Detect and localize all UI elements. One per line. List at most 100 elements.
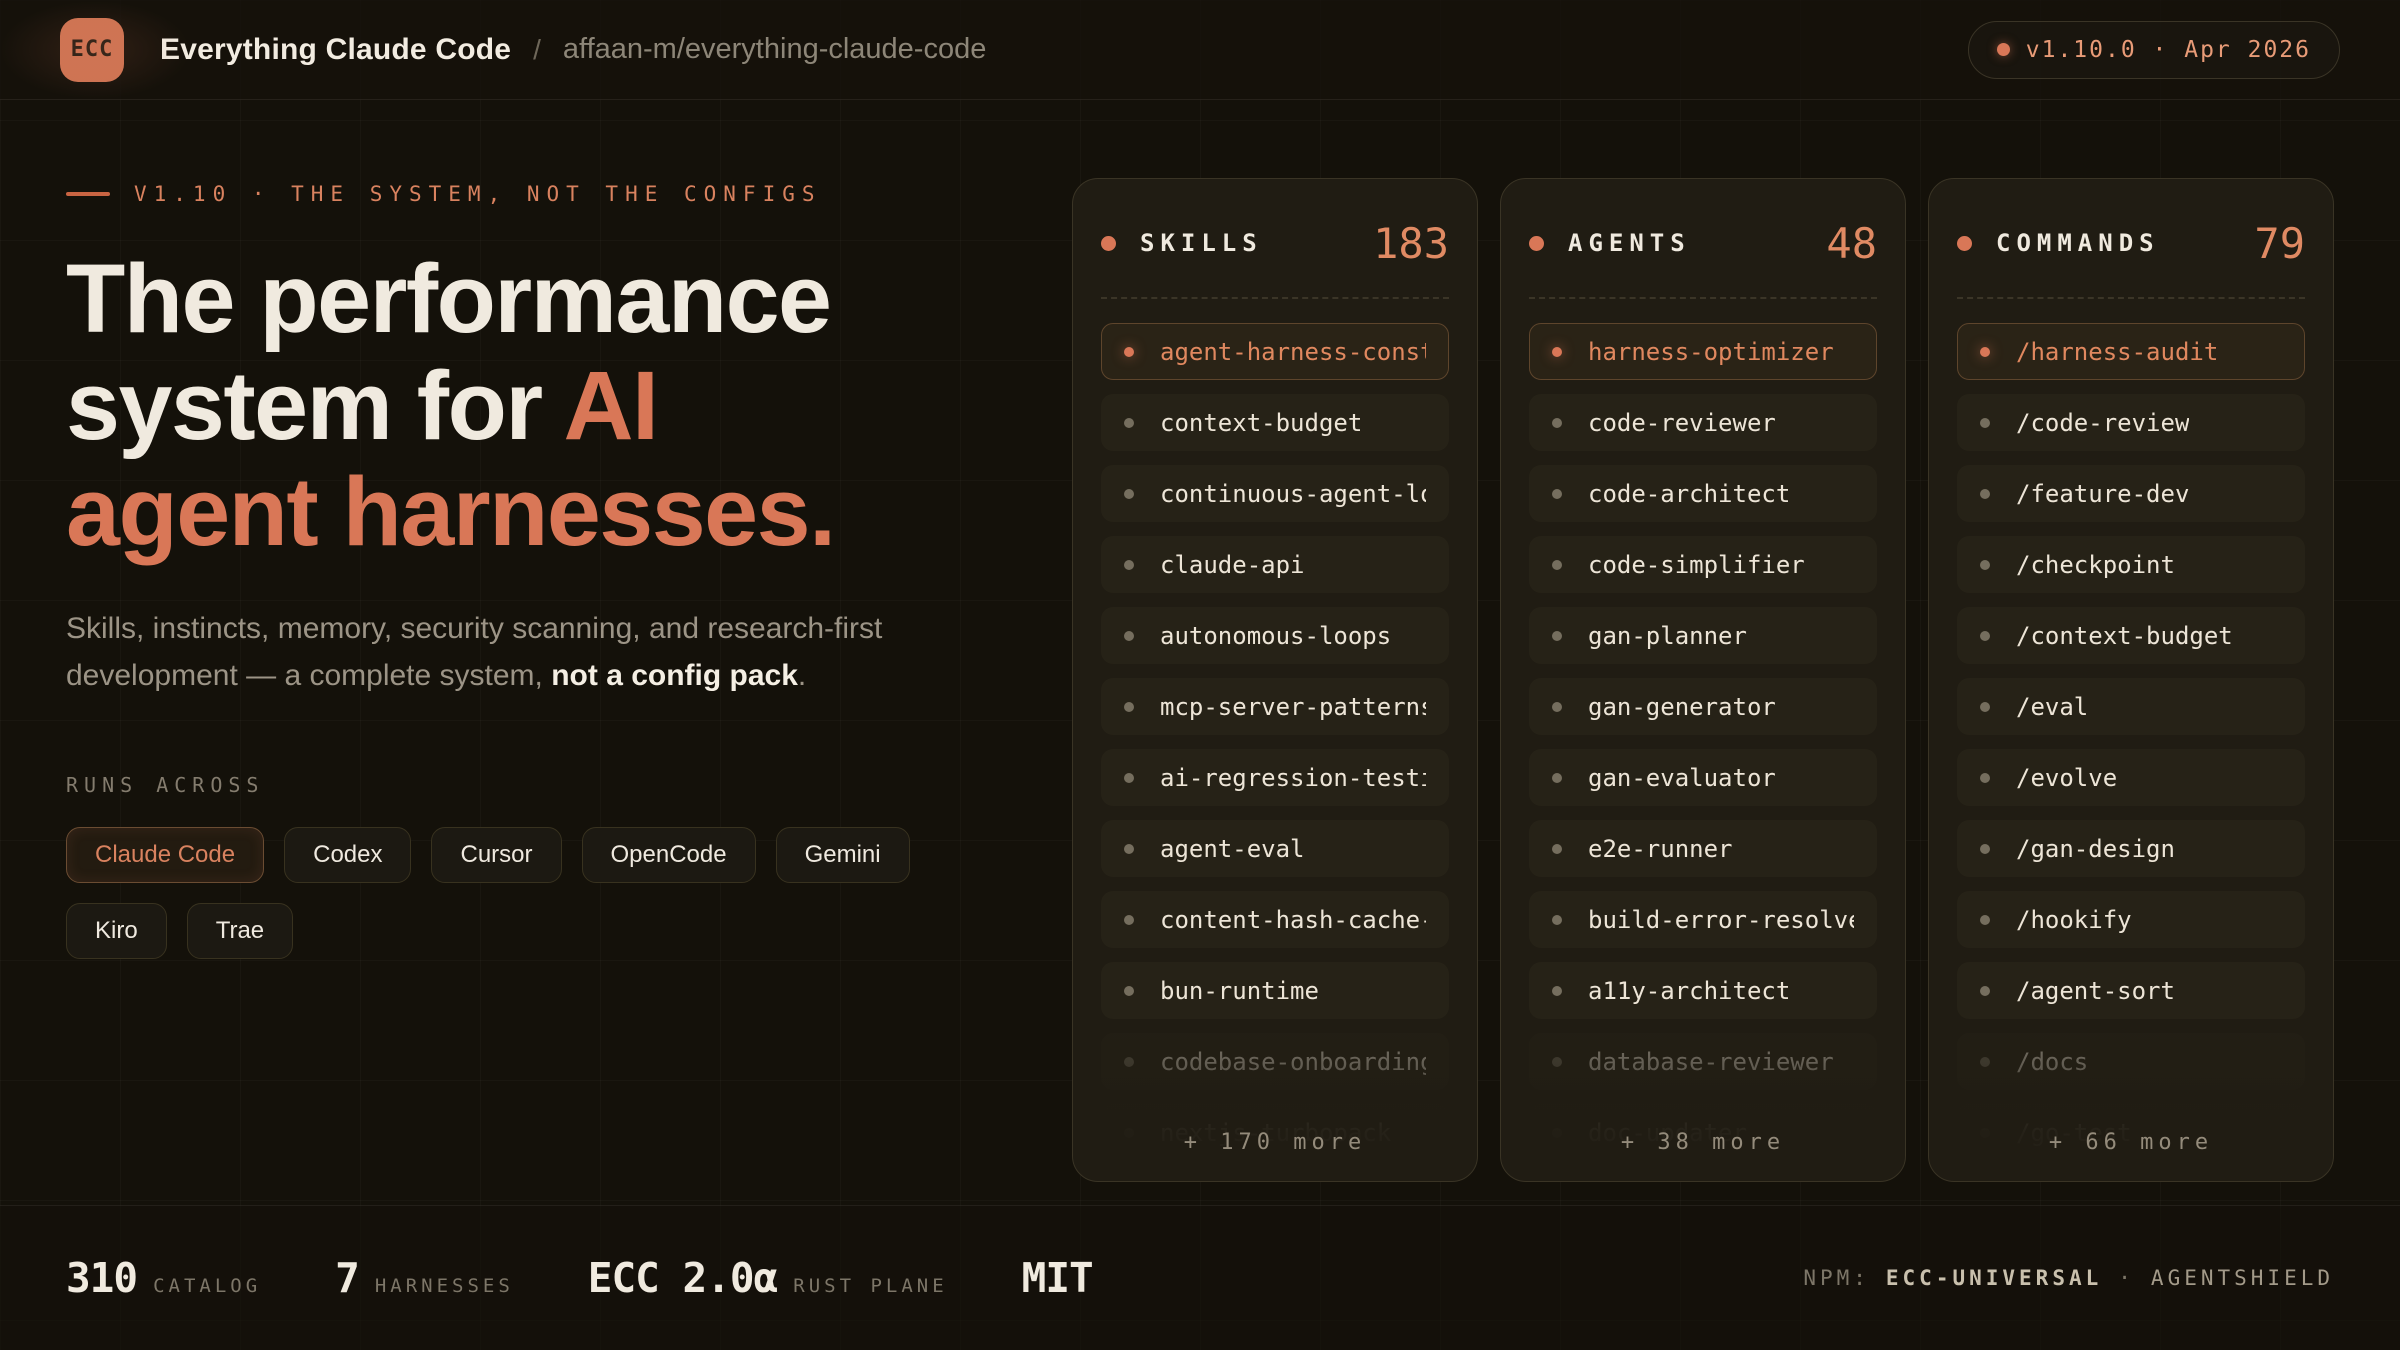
hero-subtitle: Skills, instincts, memory, security scan… (66, 606, 946, 699)
eyebrow-label: V1.10 · THE SYSTEM, NOT THE CONFIGS (134, 182, 822, 206)
list-item-label: code-simplifier (1588, 551, 1805, 579)
harness-chip-list: Claude Code Codex Cursor OpenCode Gemini Kiro… (66, 827, 966, 959)
bullet-dot-icon (1552, 844, 1562, 854)
npm-label: NPM: (1803, 1266, 1870, 1290)
harness-chip-gemini[interactable]: Gemini (776, 827, 910, 883)
card-count: 48 (1826, 219, 1877, 268)
list-item[interactable]: agent-harness-constr… (1101, 323, 1449, 380)
list-item[interactable]: e2e-runner (1529, 820, 1877, 877)
list-item[interactable]: claude-api (1101, 536, 1449, 593)
list-item[interactable]: code-architect (1529, 465, 1877, 522)
list-item[interactable]: database-reviewer (1529, 1033, 1877, 1090)
dashed-divider (1957, 297, 2305, 299)
list-item[interactable]: /feature-dev (1957, 465, 2305, 522)
list-item[interactable]: harness-optimizer (1529, 323, 1877, 380)
top-bar: ECC Everything Claude Code / affaan-m/ev… (0, 0, 2400, 100)
list-item[interactable]: build-error-resolver (1529, 891, 1877, 948)
repo-breadcrumb[interactable]: affaan-m/everything-claude-code (563, 33, 986, 66)
bullet-dot-icon (1980, 1057, 1990, 1067)
list-item[interactable]: bun-runtime (1101, 962, 1449, 1019)
harness-chip-kiro[interactable]: Kiro (66, 903, 167, 959)
harness-chip-opencode[interactable]: OpenCode (582, 827, 756, 883)
list-item[interactable]: /evolve (1957, 749, 2305, 806)
list-item-label: context-budget (1160, 409, 1362, 437)
card-header: SKILLS 183 (1101, 207, 1449, 279)
stat-value: ECC 2.0α (588, 1254, 777, 1302)
bullet-dot-icon (1124, 631, 1134, 641)
list-item[interactable]: /gan-design (1957, 820, 2305, 877)
bullet-dot-icon (1124, 915, 1134, 925)
status-dot-icon (1997, 43, 2010, 56)
list-item[interactable]: /checkpoint (1957, 536, 2305, 593)
list-item-label: codebase-onboarding (1160, 1048, 1426, 1076)
bullet-dot-icon (1552, 418, 1562, 428)
list-item[interactable]: ai-regression-testing (1101, 749, 1449, 806)
list-item[interactable]: /docs (1957, 1033, 2305, 1090)
list-item-label: harness-optimizer (1588, 338, 1834, 366)
list-item-label: continuous-agent-loop (1160, 480, 1426, 508)
bullet-dot-icon (1124, 702, 1134, 712)
subtitle-bold-text: not a config pack (551, 659, 798, 692)
list-item-label: mcp-server-patterns (1160, 693, 1426, 721)
list-item-label: /agent-sort (2016, 977, 2175, 1005)
more-count-label: + 170 more (1073, 1130, 1477, 1155)
stat-catalog: 310 CATALOG (66, 1254, 261, 1302)
list-item[interactable]: /context-budget (1957, 607, 2305, 664)
bullet-dot-icon (1124, 986, 1134, 996)
list-item[interactable]: a11y-architect (1529, 962, 1877, 1019)
list-item-label: /context-budget (2016, 622, 2233, 650)
bullet-dot-icon (1552, 986, 1562, 996)
list-item[interactable]: /agent-sort (1957, 962, 2305, 1019)
list-item-label: /evolve (2016, 764, 2117, 792)
version-badge: v1.10.0 · Apr 2026 (1968, 21, 2340, 79)
list-item-label: database-reviewer (1588, 1048, 1834, 1076)
card-count: 183 (1373, 219, 1449, 268)
list-item[interactable]: go-reviewer (1529, 1175, 1877, 1182)
list-item-label: claude-api (1160, 551, 1305, 579)
harness-chip-cursor[interactable]: Cursor (431, 827, 561, 883)
bullet-dot-icon (1980, 915, 1990, 925)
list-item[interactable]: api-connector-builder (1101, 1175, 1449, 1182)
bullet-dot-icon (1980, 844, 1990, 854)
list-item-label: /docs (2016, 1048, 2088, 1076)
list-item[interactable]: /code-review (1957, 394, 2305, 451)
list-item[interactable]: /e2e (1957, 1175, 2305, 1182)
harness-chip-codex[interactable]: Codex (284, 827, 411, 883)
npm-package-name: ECC-UNIVERSAL (1886, 1266, 2102, 1290)
list-item[interactable]: autonomous-loops (1101, 607, 1449, 664)
bullet-dot-icon (1552, 631, 1562, 641)
list-item[interactable]: agent-eval (1101, 820, 1449, 877)
harness-chip-trae[interactable]: Trae (187, 903, 293, 959)
list-item-label: content-hash-cache-p… (1160, 906, 1426, 934)
list-item[interactable]: content-hash-cache-p… (1101, 891, 1449, 948)
bullet-dot-icon (1980, 560, 1990, 570)
skills-list: agent-harness-constr… context-budget conti… (1101, 323, 1449, 1182)
list-item[interactable]: /eval (1957, 678, 2305, 735)
list-item[interactable]: gan-planner (1529, 607, 1877, 664)
bullet-dot-icon (1980, 773, 1990, 783)
list-item-label: /feature-dev (2016, 480, 2189, 508)
bullet-dot-icon (1124, 418, 1134, 428)
list-item[interactable]: codebase-onboarding (1101, 1033, 1449, 1090)
list-item[interactable]: /hookify (1957, 891, 2305, 948)
list-item[interactable]: gan-evaluator (1529, 749, 1877, 806)
list-item[interactable]: code-reviewer (1529, 394, 1877, 451)
npm-separator: · (2118, 1266, 2135, 1290)
list-item[interactable]: /harness-audit (1957, 323, 2305, 380)
footer-bar: 310 CATALOG 7 HARNESSES ECC 2.0α RUST PL… (0, 1205, 2400, 1350)
harness-chip-claude-code[interactable]: Claude Code (66, 827, 264, 883)
list-item[interactable]: continuous-agent-loop (1101, 465, 1449, 522)
commands-card: COMMANDS 79 /harness-audit/code-review/f… (1928, 178, 2334, 1182)
footer-stats: 310 CATALOG 7 HARNESSES ECC 2.0α RUST PL… (66, 1254, 1109, 1302)
dashed-divider (1101, 297, 1449, 299)
bullet-dot-icon (1124, 347, 1134, 357)
subtitle-period: . (798, 659, 806, 692)
agents-list: harness-optimizer code-reviewer code-archi… (1529, 323, 1877, 1182)
list-item[interactable]: mcp-server-patterns (1101, 678, 1449, 735)
list-item-label: a11y-architect (1588, 977, 1790, 1005)
list-item[interactable]: code-simplifier (1529, 536, 1877, 593)
ecc-logo[interactable]: ECC (60, 18, 124, 82)
list-item[interactable]: context-budget (1101, 394, 1449, 451)
list-item[interactable]: gan-generator (1529, 678, 1877, 735)
stat-value: 7 (335, 1254, 359, 1302)
